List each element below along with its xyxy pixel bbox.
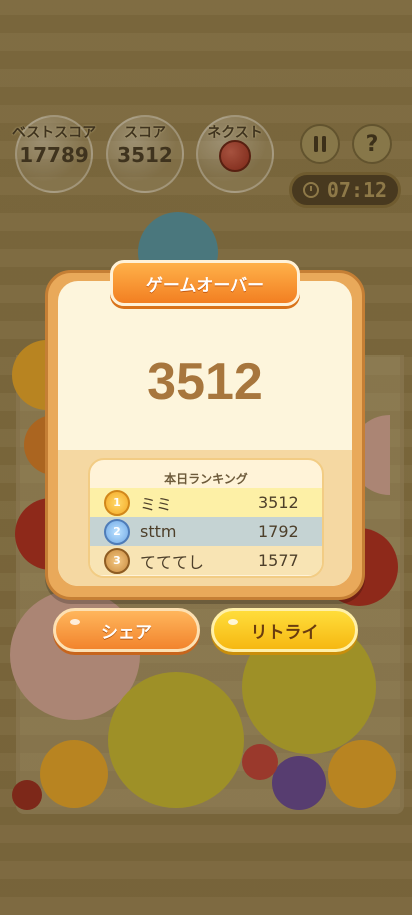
share-button[interactable]: シェア — [53, 608, 200, 652]
retry-button-label: リトライ — [250, 622, 319, 643]
share-button-label: シェア — [101, 622, 152, 643]
ranking-title: 本日ランキング — [164, 472, 248, 486]
gold-medal-icon: 1 — [104, 489, 130, 516]
ranking-score: 1577 — [258, 551, 299, 570]
silver-medal-icon: 2 — [104, 518, 130, 545]
ranking-name: sttm — [140, 522, 177, 541]
ranking-score: 1792 — [258, 522, 299, 541]
ranking-name: ミミ — [140, 494, 173, 514]
ranking-row-3: 3 てててし 1577 — [90, 546, 322, 575]
ranking-name: てててし — [140, 552, 205, 572]
button-shine — [70, 619, 80, 625]
ranking-panel: 本日ランキング 1 ミミ 3512 2 sttm 1792 3 てててし 157… — [88, 458, 324, 578]
bronze-medal-icon: 3 — [104, 547, 130, 574]
button-shine — [228, 619, 238, 625]
retry-button[interactable]: リトライ — [211, 608, 358, 652]
ranking-row-1: 1 ミミ 3512 — [90, 488, 322, 517]
ranking-score: 3512 — [258, 493, 299, 512]
ranking-row-2: 2 sttm 1792 — [90, 517, 322, 546]
game-over-title: ゲームオーバー — [110, 260, 300, 306]
final-score: 3512 — [147, 353, 263, 411]
